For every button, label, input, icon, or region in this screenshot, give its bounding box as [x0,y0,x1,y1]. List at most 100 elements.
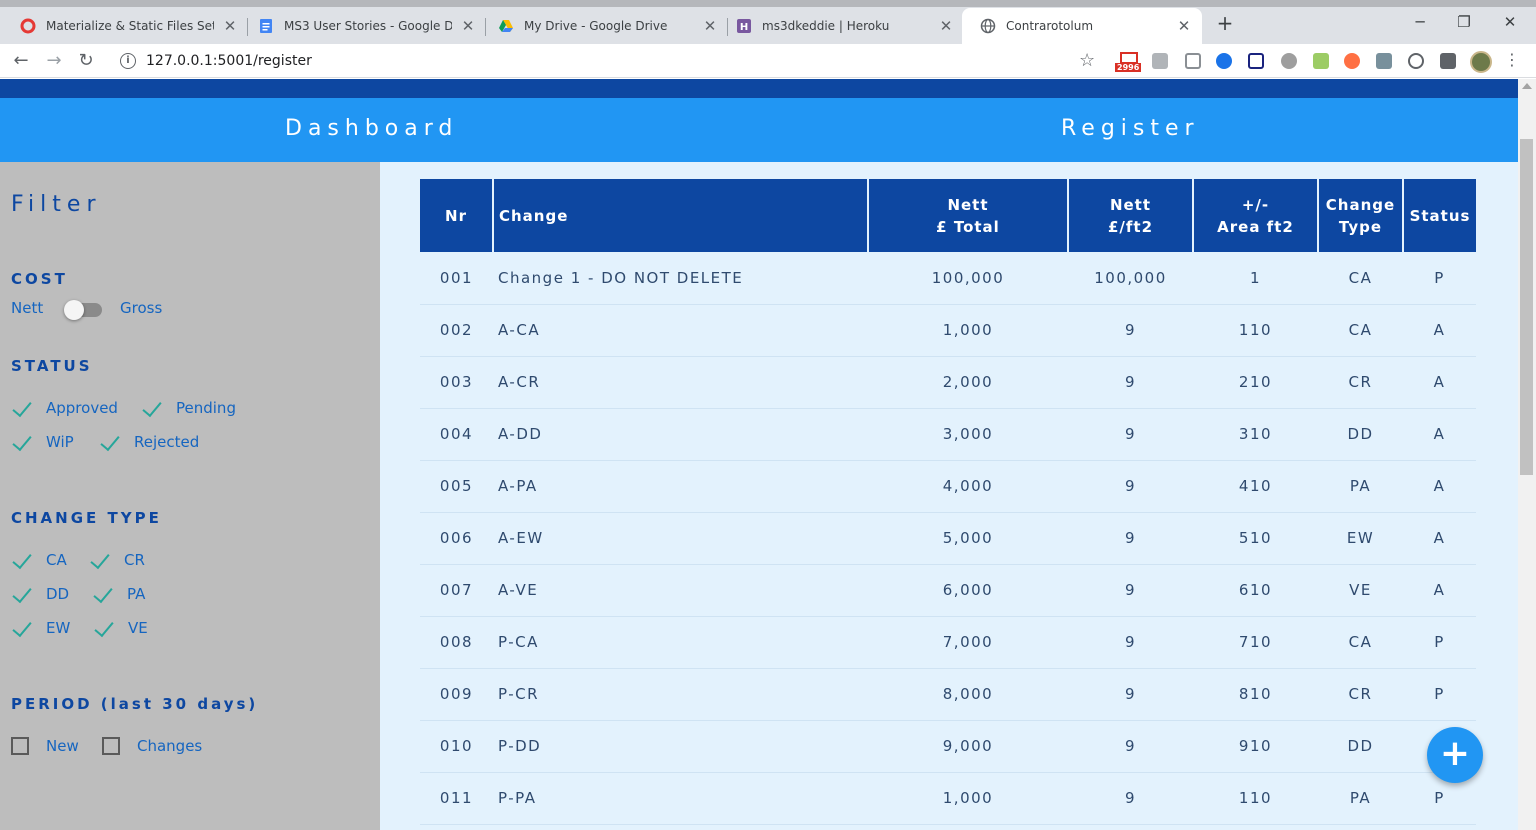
period-changes-label: Changes [137,737,203,755]
table-row[interactable]: 005 A-PA 4,000 9 410 PA A [420,460,1476,513]
nav-link-register[interactable]: Register [1061,116,1200,141]
period-changes-checkbox[interactable] [102,737,120,755]
cell-status: P [1403,668,1476,721]
table-row[interactable]: 004 A-DD 3,000 9 310 DD A [420,408,1476,461]
page-scrollbar[interactable] [1518,79,1536,830]
cell-nett-ft2: 9 [1068,408,1193,461]
status-rejected-checkbox[interactable] [99,436,121,450]
cell-nr: 004 [420,408,493,461]
drive-icon [499,20,513,32]
reload-icon[interactable]: ↻ [74,49,98,73]
close-icon[interactable]: ✕ [702,18,718,34]
minimize-icon[interactable]: ─ [1408,10,1432,34]
tab-title: MS3 User Stories - Google Docs [284,19,452,33]
type-pa-checkbox[interactable] [92,588,114,602]
col-header-area[interactable]: +/- Area ft2 [1193,179,1319,252]
type-dd-checkbox[interactable] [11,588,33,602]
check-extension-icon[interactable] [1313,53,1329,69]
screenshot-extension-icon[interactable] [1185,53,1201,69]
maximize-icon[interactable]: ❐ [1452,10,1476,34]
url-text: 127.0.0.1:5001/register [146,53,312,69]
close-icon[interactable]: ✕ [938,18,954,34]
col-header-status[interactable]: Status [1403,179,1476,252]
cell-area: 110 [1193,772,1318,825]
tab-title: ms3dkeddie | Heroku [762,19,890,33]
globe-icon [980,18,996,34]
table-row[interactable]: 010 P-DD 9,000 9 910 DD [420,720,1476,773]
type-ca-checkbox[interactable] [11,554,33,568]
cell-change-type: CR [1318,668,1403,721]
cell-status: P [1403,252,1476,305]
dropbox-extension-icon[interactable] [1152,53,1168,69]
monitor-extension-icon[interactable] [1248,53,1264,69]
new-tab-button[interactable]: + [1214,12,1236,34]
gmail-extension-icon[interactable]: 2996 [1115,52,1142,76]
add-change-button[interactable]: + [1427,727,1483,783]
browser-tab-docs[interactable]: MS3 User Stories - Google Docs ✕ [240,8,486,44]
bookmark-star-icon[interactable]: ☆ [1079,50,1095,71]
gear-extension-icon[interactable] [1281,53,1297,69]
cell-status: A [1403,564,1476,617]
table-row[interactable]: 006 A-EW 5,000 9 510 EW A [420,512,1476,565]
cell-nett-total: 9,000 [868,720,1068,773]
back-arrow-icon[interactable]: ← [9,49,33,73]
cost-gross-label: Gross [120,299,163,317]
scrollbar-thumb[interactable] [1520,139,1533,475]
table-row[interactable]: 011 P-PA 1,000 9 110 PA P [420,772,1476,825]
cell-nett-ft2: 9 [1068,460,1193,513]
table-row[interactable]: 002 A-CA 1,000 9 110 CA A [420,304,1476,357]
gmail-count-badge: 2996 [1115,63,1142,72]
face-extension-icon[interactable] [1408,53,1424,69]
col-header-nett-total[interactable]: Nett £ Total [868,179,1069,252]
top-color-band [0,79,1518,98]
type-ew-checkbox[interactable] [11,622,33,636]
status-wip-checkbox[interactable] [11,436,33,450]
cell-change-type: PA [1318,460,1403,513]
table-row[interactable]: 009 P-CR 8,000 9 810 CR P [420,668,1476,721]
close-icon[interactable]: ✕ [222,18,238,34]
cost-toggle-switch[interactable] [64,300,102,320]
col-header-change[interactable]: Change [493,179,869,252]
browser-tab-contrarotolum[interactable]: Contrarotolum ✕ [962,8,1202,44]
table-row[interactable]: 008 P-CA 7,000 9 710 CA P [420,616,1476,669]
sheet-extension-icon[interactable] [1376,53,1392,69]
status-pending-checkbox[interactable] [141,402,163,416]
cell-change: A-DD [493,408,868,461]
scroll-up-arrow-icon[interactable] [1522,83,1532,89]
puzzle-extensions-icon[interactable] [1440,53,1456,69]
forward-arrow-icon[interactable]: → [42,49,66,73]
table-row[interactable]: 003 A-CR 2,000 9 210 CR A [420,356,1476,409]
header-label: £ Total [936,217,1000,236]
hexagon-extension-icon[interactable] [1216,53,1232,69]
type-ve-checkbox[interactable] [93,622,115,636]
type-cr-label: CR [124,551,145,569]
table-row[interactable]: 007 A-VE 6,000 9 610 VE A [420,564,1476,617]
close-icon[interactable]: ✕ [460,18,476,34]
col-header-change-type[interactable]: Change Type [1318,179,1404,252]
browser-tab-drive[interactable]: My Drive - Google Drive ✕ [480,8,728,44]
color-extension-icon[interactable] [1344,53,1360,69]
header-label: Change [499,206,569,225]
browser-tab-heroku[interactable]: H ms3dkeddie | Heroku ✕ [718,8,964,44]
browser-menu-icon[interactable]: ⋮ [1504,50,1520,69]
site-info-icon[interactable]: i [120,53,136,69]
nav-link-dashboard[interactable]: Dashboard [285,116,458,141]
period-new-checkbox[interactable] [11,737,29,755]
table-row[interactable]: 001 Change 1 - DO NOT DELETE 100,000 100,00… [420,252,1476,305]
profile-avatar[interactable] [1470,51,1492,73]
status-approved-checkbox[interactable] [11,402,33,416]
browser-tab-materialize[interactable]: Materialize & Static Files Setup | ✕ [2,8,248,44]
cell-nr: 011 [420,772,493,825]
cell-nett-ft2: 9 [1068,720,1193,773]
close-icon[interactable]: ✕ [1176,18,1192,34]
top-navbar: Dashboard Register [0,98,1518,162]
type-cr-checkbox[interactable] [89,554,111,568]
type-ca-label: CA [46,551,67,569]
cell-nett-ft2: 9 [1068,668,1193,721]
cell-nett-total: 1,000 [868,304,1068,357]
col-header-nr[interactable]: Nr [420,179,494,252]
window-close-icon[interactable]: ✕ [1498,10,1522,34]
url-field[interactable]: i 127.0.0.1:5001/register [108,47,1108,75]
cell-change: A-EW [493,512,868,565]
col-header-nett-ft2[interactable]: Nett £/ft2 [1068,179,1194,252]
